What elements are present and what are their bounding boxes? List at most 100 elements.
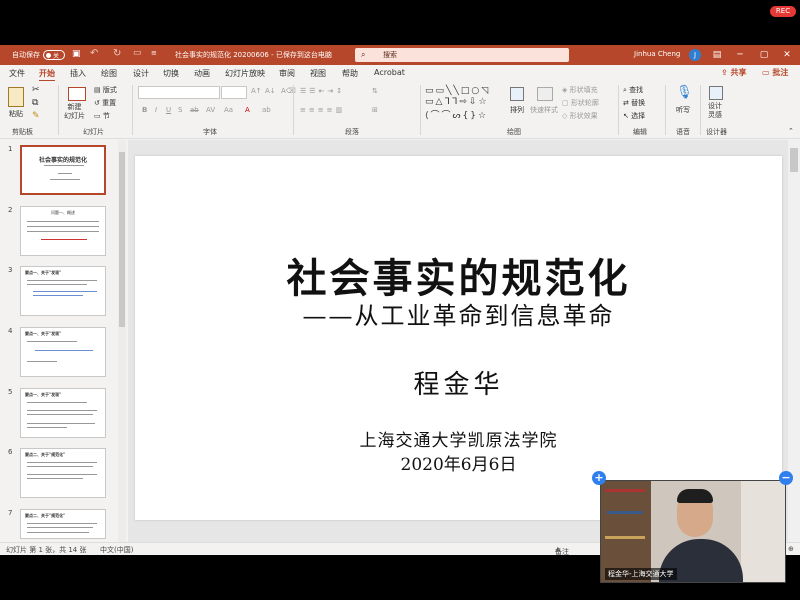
maximize-button[interactable]: ▢ <box>757 48 771 62</box>
thumbnail-number: 3 <box>8 266 13 274</box>
tab-animations[interactable]: 动画 <box>194 68 210 79</box>
shapes-gallery[interactable]: ▭▭╲╲□○◹ <box>425 86 490 96</box>
slide-subtitle[interactable]: ——从工业革命到信息革命 <box>135 296 782 331</box>
underline-icon[interactable]: U <box>166 106 171 114</box>
select-icon: ↖ <box>623 112 629 120</box>
layout-button[interactable]: ▤ 版式 <box>94 85 117 95</box>
font-name-select[interactable] <box>138 86 220 99</box>
smartart-icon[interactable]: ⊞ <box>372 106 378 114</box>
slide-thumbnail[interactable]: 要点二、关于"规范化" <box>20 509 106 539</box>
fill-icon: ◈ <box>562 86 568 94</box>
slide-thumbnail[interactable]: 要点一、关于"发现" <box>20 388 106 438</box>
quick-styles-icon[interactable] <box>537 87 553 101</box>
thumbnails-scrollbar[interactable] <box>118 140 126 542</box>
undo-icon[interactable]: ↶ <box>90 48 98 59</box>
effects-icon: ◇ <box>562 112 568 120</box>
highlight-icon[interactable]: ab <box>262 106 271 114</box>
tab-view[interactable]: 视图 <box>310 68 326 79</box>
tab-file[interactable]: 文件 <box>9 68 25 79</box>
paragraph-group-label: 段落 <box>345 128 359 136</box>
select-button[interactable]: ↖ 选择 <box>623 111 645 121</box>
slide-canvas[interactable]: 社会事实的规范化 ——从工业革命到信息革命 程金华 上海交通大学凯原法学院 20… <box>135 156 782 520</box>
bold-icon[interactable]: B <box>142 106 147 114</box>
autosave-toggle[interactable]: 关 <box>43 50 65 60</box>
customize-toolbar-icon[interactable]: ≡ <box>151 49 157 57</box>
tab-insert[interactable]: 插入 <box>70 68 86 79</box>
designer-group-label: 设计器 <box>706 128 727 136</box>
find-button[interactable]: ⌕ 查找 <box>623 85 643 95</box>
tab-help[interactable]: 帮助 <box>342 68 358 79</box>
search-box[interactable]: ⌕ 搜索 <box>355 48 569 62</box>
design-ideas-icon[interactable] <box>709 86 723 100</box>
video-expand-button[interactable]: + <box>592 471 606 485</box>
tab-home[interactable]: 开始 <box>39 68 55 82</box>
slide-date[interactable]: 2020年6月6日 <box>135 450 782 475</box>
slide-thumbnail[interactable]: 要点一、关于"发现" <box>20 266 106 316</box>
tab-design[interactable]: 设计 <box>133 68 149 79</box>
reset-button[interactable]: ↺ 重置 <box>94 98 116 108</box>
copy-icon[interactable]: ⧉ <box>32 98 38 108</box>
change-case-icon[interactable]: Aa <box>224 106 233 114</box>
shape-effects-button[interactable]: ◇ 形状效果 <box>562 111 598 121</box>
decrease-font-icon[interactable]: A↓ <box>265 87 276 95</box>
shadow-icon[interactable]: S <box>178 106 182 114</box>
share-button[interactable]: ⇪ 共享 <box>721 67 747 78</box>
slide-author[interactable]: 程金华 <box>135 364 782 401</box>
slide-thumbnail[interactable]: 要点二、关于"规范化" <box>20 448 106 498</box>
video-participant-tile[interactable]: 程金华-上海交通大学 <box>600 480 786 583</box>
slide-thumbnail[interactable]: 问题一、概述 <box>20 206 106 256</box>
close-button[interactable]: ✕ <box>780 48 794 62</box>
tab-draw[interactable]: 绘图 <box>101 68 117 79</box>
tab-transitions[interactable]: 切换 <box>163 68 179 79</box>
align-buttons-icon[interactable]: ≡≡≡≡▥ <box>300 106 345 114</box>
voice-group-label: 语音 <box>676 128 690 136</box>
paste-icon[interactable] <box>8 87 24 107</box>
section-button[interactable]: ▭ 节 <box>94 111 110 121</box>
text-direction-icon[interactable]: ⇅ <box>372 87 378 95</box>
paste-button[interactable]: 粘贴 <box>9 109 23 119</box>
menu-bar: 文件 开始 插入 绘图 设计 切换 动画 幻灯片放映 审阅 视图 帮助 Acro… <box>0 65 800 82</box>
user-name[interactable]: Jinhua Cheng <box>634 50 680 58</box>
slide-thumbnail[interactable]: 要点一、关于"发现" <box>20 327 106 377</box>
format-painter-icon[interactable]: ✎ <box>32 111 40 121</box>
font-color-icon[interactable]: A <box>245 106 250 114</box>
shapes-gallery-row2[interactable]: ▭△ᒣᒣ⇨⇩☆ <box>425 97 489 107</box>
minimize-button[interactable]: ─ <box>733 48 747 62</box>
quick-styles-button[interactable]: 快速样式 <box>530 105 558 115</box>
design-ideas-button[interactable]: 设计 灵感 <box>708 102 722 120</box>
list-buttons-icon[interactable]: ☰☰⇤⇥↕ <box>300 87 345 95</box>
user-avatar[interactable]: J <box>689 49 701 61</box>
collapse-ribbon-icon[interactable]: ⌃ <box>788 127 794 135</box>
ribbon-display-icon[interactable]: ▤ <box>710 48 724 62</box>
cut-icon[interactable]: ✂ <box>32 85 40 95</box>
microphone-icon[interactable]: 🎙 <box>676 85 693 100</box>
increase-font-icon[interactable]: A↑ <box>251 87 262 95</box>
new-slide-icon[interactable] <box>68 87 86 101</box>
document-title[interactable]: 社会事实的规范化 20200606 - 已保存到这台电脑 <box>175 50 332 60</box>
video-collapse-button[interactable]: − <box>779 471 793 485</box>
arrange-icon[interactable] <box>510 87 524 101</box>
tab-slideshow[interactable]: 幻灯片放映 <box>225 68 265 79</box>
shapes-gallery-row3[interactable]: ⟨⌒⌒ᔕ{}☆ <box>425 108 488 121</box>
start-presentation-icon[interactable]: ▭ <box>133 48 142 58</box>
replace-button[interactable]: ⇄ 替换 <box>623 98 645 108</box>
tab-acrobat[interactable]: Acrobat <box>374 68 405 77</box>
strikethrough-icon[interactable]: ab <box>190 106 199 114</box>
shape-fill-button[interactable]: ◈ 形状填充 <box>562 85 598 95</box>
save-icon[interactable]: ▣ <box>72 49 81 59</box>
new-slide-button[interactable]: 新建 幻灯片 <box>64 103 85 121</box>
italic-icon[interactable]: I <box>155 106 157 114</box>
redo-icon[interactable]: ↻ <box>113 48 121 59</box>
language-indicator[interactable]: 中文(中国) <box>100 545 133 555</box>
slide-institution[interactable]: 上海交通大学凯原法学院 <box>135 426 782 451</box>
char-spacing-icon[interactable]: AV <box>206 106 215 114</box>
shape-outline-button[interactable]: ▢ 形状轮廓 <box>562 98 599 108</box>
comments-button[interactable]: ▭ 批注 <box>762 67 788 78</box>
arrange-button[interactable]: 排列 <box>510 105 524 115</box>
font-size-select[interactable] <box>221 86 247 99</box>
participant-name: 程金华-上海交通大学 <box>605 568 677 580</box>
dictate-button[interactable]: 听写 <box>676 105 690 115</box>
fit-slide-icon[interactable]: ⊕ <box>788 545 794 553</box>
slide-thumbnail[interactable]: 社会事实的规范化 <box>20 145 106 195</box>
tab-review[interactable]: 审阅 <box>279 68 295 79</box>
